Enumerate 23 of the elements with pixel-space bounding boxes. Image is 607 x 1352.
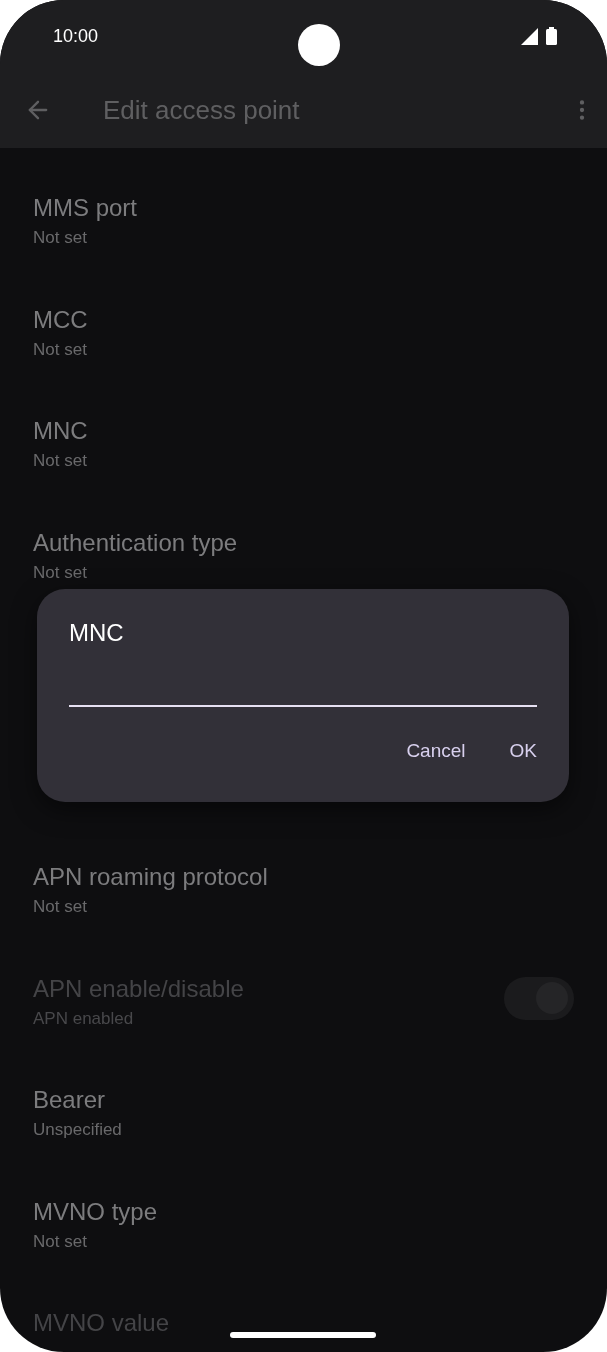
dialog-title: MNC bbox=[69, 618, 125, 648]
setting-title[interactable]: MVNO type bbox=[33, 1195, 574, 1228]
setting-title[interactable]: APN roaming protocol bbox=[33, 861, 574, 893]
dialog-button[interactable]: Cancel bbox=[390, 731, 482, 771]
setting-summary: Not set bbox=[33, 1230, 88, 1253]
setting-summary: Not set bbox=[33, 338, 88, 361]
signal-icon bbox=[521, 27, 538, 45]
dialog-button[interactable]: OK bbox=[493, 731, 553, 771]
setting-title[interactable]: MCC bbox=[33, 303, 574, 336]
setting-title[interactable]: Authentication type bbox=[33, 526, 574, 559]
status-time: 10:00 bbox=[53, 24, 99, 48]
app-bar-title: Edit access point bbox=[103, 93, 300, 127]
setting-summary: Not set bbox=[33, 450, 88, 472]
setting-summary: Unspecified bbox=[33, 1119, 123, 1141]
setting-title[interactable]: MMS port bbox=[33, 192, 574, 224]
setting-summary: Not set bbox=[33, 561, 88, 584]
setting-title[interactable]: Bearer bbox=[33, 1084, 574, 1116]
battery-icon bbox=[546, 27, 557, 45]
setting-summary: Not set bbox=[33, 227, 88, 249]
camera-cutout bbox=[297, 24, 340, 66]
setting-summary: APN enabled bbox=[33, 1007, 135, 1030]
setting-summary: Not set bbox=[33, 896, 88, 918]
setting-title[interactable]: MNC bbox=[33, 415, 574, 447]
